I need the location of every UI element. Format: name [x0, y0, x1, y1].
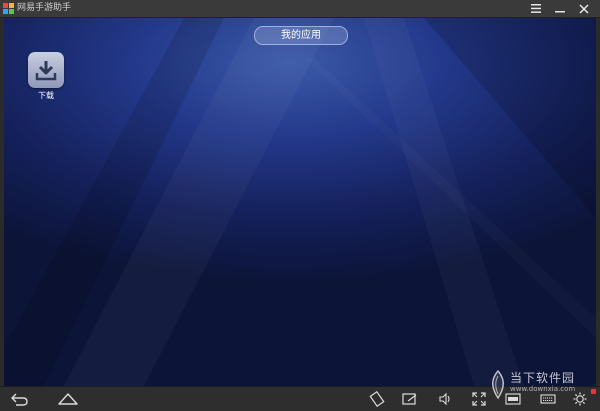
home-icon [58, 393, 78, 405]
screenshot-icon [402, 393, 417, 405]
app-icon-tile [28, 52, 64, 88]
android-home-screen[interactable]: 我的应用 下载 [4, 18, 596, 386]
watermark-logo-icon [492, 370, 504, 400]
close-button[interactable] [574, 1, 594, 16]
minimize-button[interactable] [550, 1, 570, 16]
wallpaper-rays [4, 18, 596, 386]
back-button[interactable] [8, 390, 30, 408]
volume-button[interactable] [434, 390, 456, 408]
download-icon [35, 61, 57, 81]
minimize-icon [555, 10, 565, 12]
screenshot-button[interactable] [399, 390, 421, 408]
app-tile-download[interactable]: 下载 [26, 52, 66, 101]
my-apps-title[interactable]: 我的应用 [254, 26, 348, 45]
fullscreen-icon [472, 392, 486, 406]
watermark-url: www.downxia.com [510, 385, 576, 393]
back-icon [11, 393, 28, 406]
fullscreen-button[interactable] [468, 390, 490, 408]
app-tile-label: 下载 [38, 91, 54, 100]
watermark: 当下软件园 www.downxia.com [488, 368, 598, 408]
close-icon [579, 3, 589, 14]
app-logo-icon [3, 3, 14, 14]
rotate-icon [369, 391, 385, 407]
title-bar[interactable]: 网易手游助手 [0, 0, 600, 18]
menu-icon [531, 4, 541, 13]
home-button[interactable] [57, 390, 79, 408]
window-title: 网易手游助手 [17, 3, 72, 13]
app-window: 网易手游助手 我的应用 下载 当下软件园 www.downxia.com [0, 0, 600, 411]
volume-icon [439, 392, 450, 406]
menu-button[interactable] [526, 1, 546, 16]
watermark-text: 当下软件园 [510, 371, 576, 385]
rotate-button[interactable] [366, 390, 388, 408]
